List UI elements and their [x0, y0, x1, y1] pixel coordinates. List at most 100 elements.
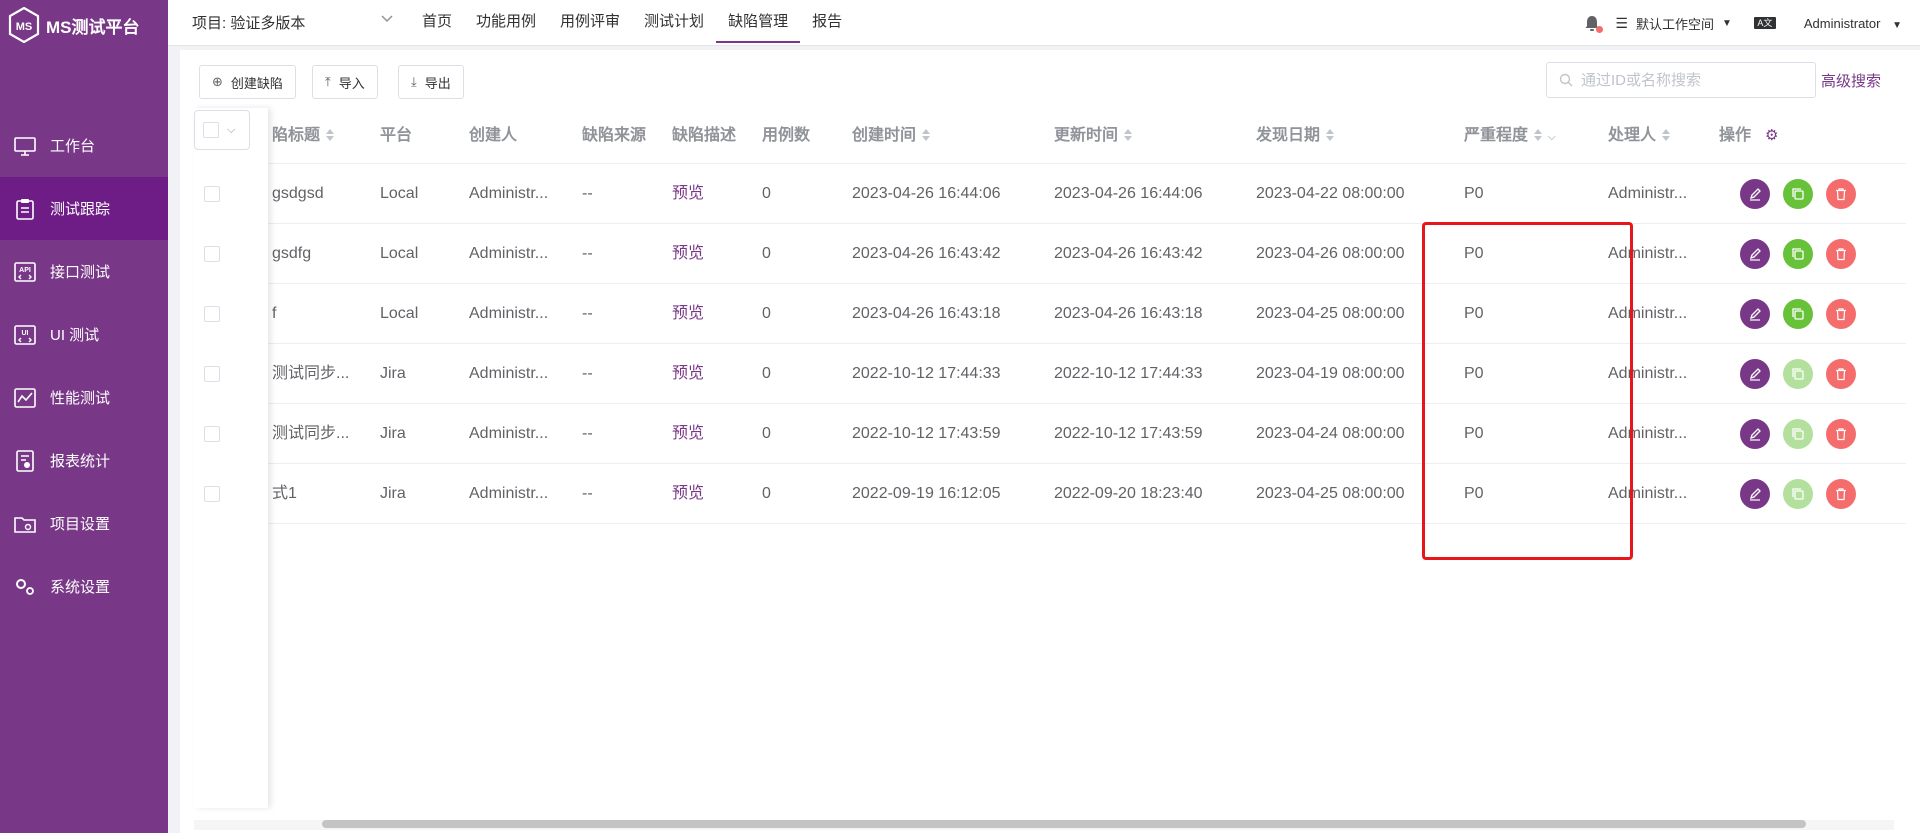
select-all-dropdown[interactable]: ⌵	[194, 110, 250, 150]
col-created-time[interactable]: 创建时间	[852, 108, 931, 164]
chevron-down-icon[interactable]: ⌵	[227, 124, 235, 137]
search-box[interactable]	[1546, 62, 1816, 98]
logo[interactable]: MS MS测试平台	[8, 5, 140, 45]
edit-button[interactable]	[1740, 419, 1770, 449]
sidebar-item-2[interactable]: API 接口测试	[0, 240, 168, 303]
sidebar-item-3[interactable]: UI UI 测试	[0, 303, 168, 366]
chevron-down-icon[interactable]	[381, 12, 393, 26]
sidebar-item-1[interactable]: 测试跟踪	[0, 177, 168, 240]
user-menu[interactable]: Administrator ▼	[1804, 16, 1902, 31]
sidebar-item-6[interactable]: 项目设置	[0, 492, 168, 555]
row-checkbox[interactable]	[204, 486, 220, 502]
row-checkbox[interactable]	[204, 426, 220, 442]
top-menu-item-2[interactable]: 用例评审	[548, 0, 632, 43]
import-button[interactable]: ⤒ 导入	[312, 65, 378, 99]
row-checkbox[interactable]	[204, 186, 220, 202]
sidebar-item-label: 接口测试	[50, 264, 111, 281]
row-checkbox[interactable]	[204, 246, 220, 262]
cell-description-preview[interactable]: 预览	[672, 464, 704, 524]
sidebar-item-4[interactable]: 性能测试	[0, 366, 168, 429]
delete-button[interactable]	[1826, 359, 1856, 389]
row-checkbox[interactable]	[204, 306, 220, 322]
col-updated-time[interactable]: 更新时间	[1054, 108, 1133, 164]
cell-description-preview[interactable]: 预览	[672, 284, 704, 344]
sort-icon[interactable]	[326, 128, 335, 141]
project-selector[interactable]: 项目: 验证多版本	[192, 12, 305, 33]
col-created-label: 创建时间	[852, 127, 917, 144]
cell-updated-time: 2022-10-12 17:44:33	[1054, 365, 1203, 382]
table-row[interactable]: gsdfg Local Administr... -- 预览 0 2023-04-26 16…	[194, 224, 1906, 284]
table-row[interactable]: gsdgsd Local Administr... -- 预览 0 2023-04-26 1…	[194, 164, 1906, 224]
workspace-selector[interactable]: ☰ 默认工作空间 ▼	[1615, 14, 1731, 33]
edit-button[interactable]	[1740, 239, 1770, 269]
trash-icon	[1836, 248, 1846, 261]
delete-button[interactable]	[1826, 419, 1856, 449]
sort-icon[interactable]	[1124, 128, 1133, 141]
cell-created-time: 2022-10-12 17:44:33	[852, 365, 1001, 382]
sort-icon[interactable]	[922, 128, 931, 141]
cell-description-preview[interactable]: 预览	[672, 224, 704, 284]
horizontal-scrollbar[interactable]	[322, 820, 1806, 828]
gears-icon	[12, 574, 38, 600]
cell-source: --	[582, 485, 593, 502]
cell-description-preview[interactable]: 预览	[672, 404, 704, 464]
top-menu-item-4[interactable]: 缺陷管理	[716, 0, 801, 43]
sort-icon[interactable]	[1326, 128, 1335, 141]
col-updated-label: 更新时间	[1054, 127, 1119, 144]
edit-button[interactable]	[1740, 179, 1770, 209]
cell-description-preview[interactable]: 预览	[672, 344, 704, 404]
search-input[interactable]	[1581, 71, 1801, 89]
select-all-checkbox[interactable]	[203, 122, 219, 138]
copy-button	[1783, 479, 1813, 509]
cell-creator: Administr...	[469, 485, 549, 502]
create-issue-button[interactable]: ⊕ 创建缺陷	[199, 65, 296, 99]
language-icon[interactable]: A文	[1753, 17, 1776, 29]
delete-button[interactable]	[1826, 479, 1856, 509]
bell-icon[interactable]	[1583, 14, 1604, 33]
sidebar-item-7[interactable]: 系统设置	[0, 555, 168, 618]
table-row[interactable]: 测试同步... Jira Administr... -- 预览 0 2022-10-12 1…	[194, 404, 1906, 464]
edit-button[interactable]	[1740, 299, 1770, 329]
sidebar-item-5[interactable]: 报表统计	[0, 429, 168, 492]
sort-icon[interactable]	[1534, 128, 1543, 141]
edit-button[interactable]	[1740, 359, 1770, 389]
sidebar-item-label: 性能测试	[50, 390, 111, 407]
edit-button[interactable]	[1740, 479, 1770, 509]
filter-chevron-icon[interactable]: ⌵	[1548, 132, 1556, 143]
col-creator: 创建人	[469, 127, 518, 144]
top-menu-item-0[interactable]: 首页	[410, 0, 464, 43]
delete-button[interactable]	[1826, 239, 1856, 269]
list-icon: ☰	[1615, 14, 1628, 31]
advanced-search-link[interactable]: 高级搜索	[1821, 70, 1881, 91]
export-button[interactable]: ⤓ 导出	[398, 65, 464, 99]
cell-updated-time: 2023-04-26 16:43:18	[1054, 305, 1203, 322]
table-row[interactable]: 式1 Jira Administr... -- 预览 0 2022-09-19 16:12:…	[194, 464, 1906, 524]
sidebar-item-label: 项目设置	[50, 516, 111, 533]
cell-severity: P0	[1464, 245, 1484, 262]
table-row[interactable]: 测试同步... Jira Administr... -- 预览 0 2022-10-12 1…	[194, 344, 1906, 404]
top-menu-item-5[interactable]: 报告	[800, 0, 854, 43]
pencil-icon	[1749, 188, 1761, 201]
sidebar-item-label: 系统设置	[50, 579, 111, 596]
cell-updated-time: 2022-10-12 17:43:59	[1054, 425, 1203, 442]
settings-gear-icon[interactable]: ⚙	[1765, 127, 1778, 144]
col-handler[interactable]: 处理人	[1608, 108, 1671, 164]
copy-button[interactable]	[1783, 239, 1813, 269]
sort-icon[interactable]	[1662, 128, 1671, 141]
col-severity[interactable]: 严重程度 ⌵	[1464, 108, 1556, 164]
cell-description-preview[interactable]: 预览	[672, 164, 704, 224]
delete-button[interactable]	[1826, 179, 1856, 209]
top-menu-item-1[interactable]: 功能用例	[464, 0, 548, 43]
row-checkbox[interactable]	[204, 366, 220, 382]
col-title[interactable]: 陷标题	[272, 108, 335, 164]
col-found-date[interactable]: 发现日期	[1256, 108, 1335, 164]
table-row[interactable]: f Local Administr... -- 预览 0 2023-04-26 16:43:…	[194, 284, 1906, 344]
cell-platform: Local	[380, 245, 419, 262]
clipboard-icon	[12, 196, 38, 222]
copy-button[interactable]	[1783, 179, 1813, 209]
delete-button[interactable]	[1826, 299, 1856, 329]
cell-creator: Administr...	[469, 425, 549, 442]
sidebar-item-0[interactable]: 工作台	[0, 114, 168, 177]
top-menu-item-3[interactable]: 测试计划	[632, 0, 716, 43]
copy-button[interactable]	[1783, 299, 1813, 329]
